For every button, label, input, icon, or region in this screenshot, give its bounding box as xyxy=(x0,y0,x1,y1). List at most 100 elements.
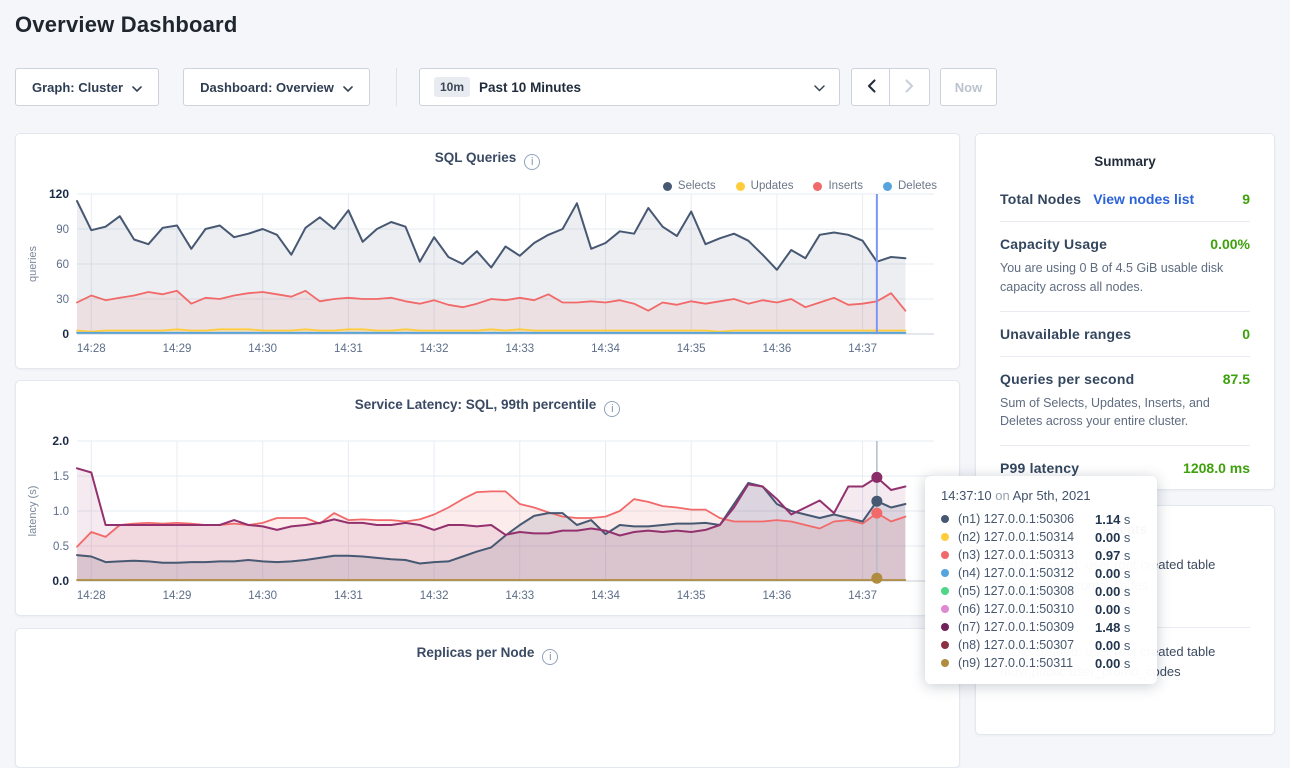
svg-text:14:32: 14:32 xyxy=(420,343,449,355)
svg-text:1.5: 1.5 xyxy=(53,471,69,483)
time-range-label: Past 10 Minutes xyxy=(479,80,581,95)
graph-dropdown-label: Graph: Cluster xyxy=(32,80,123,95)
chevron-down-icon xyxy=(343,80,353,95)
svg-text:1.0: 1.0 xyxy=(53,506,69,518)
tooltip-date: Apr 5th, 2021 xyxy=(1013,488,1091,503)
summary-row-value: 0.00% xyxy=(1210,236,1250,252)
svg-text:14:28: 14:28 xyxy=(77,343,106,355)
tooltip-row: (n3) 127.0.0.1:50313 0.97 s xyxy=(941,546,1141,564)
chevron-left-icon xyxy=(867,79,876,96)
svg-text:14:34: 14:34 xyxy=(591,343,620,355)
svg-text:0: 0 xyxy=(62,327,69,341)
service-latency-title: Service Latency: SQL, 99th percentile i xyxy=(16,381,959,417)
tooltip-node-number: 1.48 xyxy=(1095,620,1120,635)
svg-text:14:35: 14:35 xyxy=(677,590,706,602)
sql-queries-chart[interactable]: 14:2814:2914:3014:3114:3214:3314:3414:35… xyxy=(22,188,959,360)
graph-dropdown[interactable]: Graph: Cluster xyxy=(15,68,159,106)
dashboard-dropdown-label: Dashboard: Overview xyxy=(200,80,334,95)
tooltip-node-label: (n7) 127.0.0.1:50309 xyxy=(958,620,1074,634)
tooltip-node-value: 0.97 s xyxy=(1095,548,1141,563)
tooltip-node-unit: s xyxy=(1120,512,1130,527)
chevron-down-icon xyxy=(132,80,142,95)
svg-text:14:29: 14:29 xyxy=(163,343,192,355)
time-range-badge: 10m xyxy=(434,77,470,97)
tooltip-node-unit: s xyxy=(1120,566,1130,581)
info-icon[interactable]: i xyxy=(524,154,540,170)
svg-text:120: 120 xyxy=(49,188,69,201)
svg-text:14:35: 14:35 xyxy=(677,343,706,355)
time-now-button[interactable]: Now xyxy=(940,68,997,106)
node-dot-icon xyxy=(941,587,949,595)
tooltip-time: 14:37:10 xyxy=(941,488,992,503)
tooltip-timestamp: 14:37:10 on Apr 5th, 2021 xyxy=(941,488,1141,503)
sql-queries-title: SQL Queriesi xyxy=(16,134,959,170)
info-icon[interactable]: i xyxy=(604,401,620,417)
summary-rows: Total Nodes View nodes list 9 Capacity U… xyxy=(1000,177,1250,490)
svg-text:latency (s): latency (s) xyxy=(27,486,39,537)
page-title: Overview Dashboard xyxy=(15,12,237,38)
tooltip-node-number: 0.97 xyxy=(1095,548,1120,563)
replicas-per-node-title: Replicas per Nodei xyxy=(16,629,959,665)
summary-row-label: Total Nodes xyxy=(1000,191,1081,207)
tooltip-node-label: (n1) 127.0.0.1:50306 xyxy=(958,512,1074,526)
summary-row: Queries per second 87.5 Sum of Selects, … xyxy=(1000,356,1250,446)
tooltip-node-value: 0.00 s xyxy=(1095,656,1141,671)
svg-text:14:28: 14:28 xyxy=(77,590,106,602)
service-latency-card: Service Latency: SQL, 99th percentile i 1… xyxy=(15,380,960,616)
summary-row-value: 1208.0 ms xyxy=(1183,460,1250,476)
summary-row-subtext: Sum of Selects, Updates, Inserts, and De… xyxy=(1000,394,1250,432)
summary-panel: Summary Total Nodes View nodes list 9 Ca… xyxy=(975,133,1275,490)
chart-title-text: Service Latency: SQL, 99th percentile xyxy=(355,397,597,412)
summary-row-value: 0 xyxy=(1242,326,1250,342)
svg-text:14:30: 14:30 xyxy=(248,590,277,602)
time-range-dropdown[interactable]: 10m Past 10 Minutes xyxy=(419,68,840,106)
summary-row: Capacity Usage 0.00% You are using 0 B o… xyxy=(1000,221,1250,311)
summary-row-label: P99 latency xyxy=(1000,460,1079,476)
summary-row: Unavailable ranges 0 xyxy=(1000,311,1250,356)
dashboard-dropdown[interactable]: Dashboard: Overview xyxy=(183,68,370,106)
tooltip-node-number: 0.00 xyxy=(1095,566,1120,581)
tooltip-row: (n4) 127.0.0.1:50312 0.00 s xyxy=(941,564,1141,582)
svg-text:90: 90 xyxy=(56,224,69,236)
svg-text:0.0: 0.0 xyxy=(52,574,69,588)
summary-row-link[interactable]: View nodes list xyxy=(1093,191,1194,207)
tooltip-node-label: (n5) 127.0.0.1:50308 xyxy=(958,584,1074,598)
tooltip-node-value: 0.00 s xyxy=(1095,566,1141,581)
tooltip-node-label: (n9) 127.0.0.1:50311 xyxy=(958,656,1073,670)
tooltip-row: (n8) 127.0.0.1:50307 0.00 s xyxy=(941,636,1141,654)
svg-text:0.5: 0.5 xyxy=(53,541,69,553)
tooltip-node-number: 0.00 xyxy=(1095,584,1120,599)
tooltip-node-unit: s xyxy=(1120,620,1130,635)
node-dot-icon xyxy=(941,641,949,649)
chevron-down-icon xyxy=(814,80,825,95)
tooltip-node-label: (n2) 127.0.0.1:50314 xyxy=(958,530,1074,544)
service-latency-chart[interactable]: 14:2814:2914:3014:3114:3214:3314:3414:35… xyxy=(22,435,959,607)
svg-text:14:36: 14:36 xyxy=(762,343,791,355)
time-prev-button[interactable] xyxy=(851,68,891,106)
tooltip-node-value: 0.00 s xyxy=(1095,584,1141,599)
summary-row-main: Total Nodes View nodes list 9 xyxy=(1000,191,1250,207)
svg-text:14:33: 14:33 xyxy=(505,590,534,602)
node-dot-icon xyxy=(941,659,949,667)
chart-hover-tooltip: 14:37:10 on Apr 5th, 2021 (n1) 127.0.0.1… xyxy=(925,476,1157,684)
tooltip-row: (n1) 127.0.0.1:50306 1.14 s xyxy=(941,510,1141,528)
summary-row-main: P99 latency 1208.0 ms xyxy=(1000,460,1250,476)
time-next-button[interactable] xyxy=(889,68,930,106)
tooltip-row: (n6) 127.0.0.1:50310 0.00 s xyxy=(941,600,1141,618)
summary-row: Total Nodes View nodes list 9 xyxy=(1000,177,1250,221)
info-icon[interactable]: i xyxy=(542,649,558,665)
tooltip-row: (n5) 127.0.0.1:50308 0.00 s xyxy=(941,582,1141,600)
tooltip-node-unit: s xyxy=(1120,530,1130,545)
summary-row-main: Queries per second 87.5 xyxy=(1000,371,1250,387)
tooltip-node-unit: s xyxy=(1120,638,1130,653)
summary-title: Summary xyxy=(1000,154,1250,169)
tooltip-node-value: 0.00 s xyxy=(1095,638,1141,653)
summary-row-main: Unavailable ranges 0 xyxy=(1000,326,1250,342)
summary-row-main: Capacity Usage 0.00% xyxy=(1000,236,1250,252)
node-dot-icon xyxy=(941,551,949,559)
summary-row-label: Queries per second xyxy=(1000,371,1134,387)
summary-row-subtext: You are using 0 B of 4.5 GiB usable disk… xyxy=(1000,259,1250,297)
toolbar-divider xyxy=(396,68,397,106)
svg-text:14:34: 14:34 xyxy=(591,590,620,602)
tooltip-on: on xyxy=(995,488,1009,503)
